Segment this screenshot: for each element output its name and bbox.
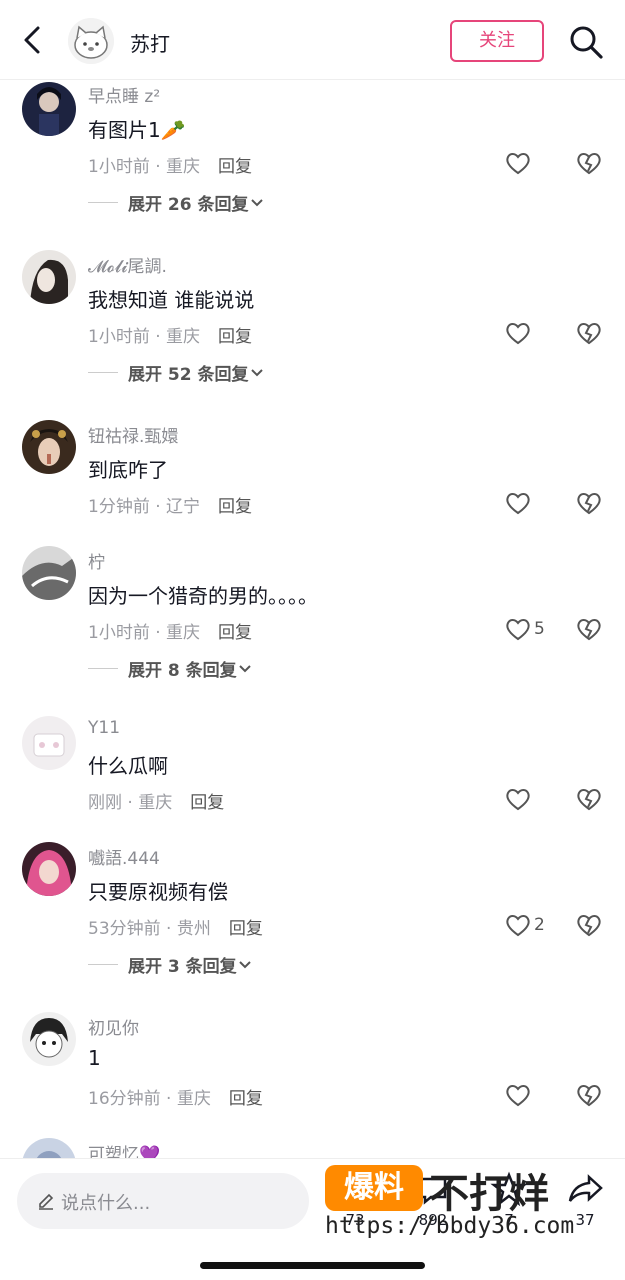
broken-heart-icon[interactable]	[575, 785, 603, 813]
chevron-down-icon	[250, 199, 263, 207]
back-arrow-icon[interactable]	[18, 22, 48, 58]
reply-button[interactable]: 回复	[218, 157, 252, 177]
heart-icon	[506, 789, 530, 811]
broken-heart-icon[interactable]	[575, 615, 603, 643]
watermark-url: https://bbdy36.com	[325, 1213, 575, 1239]
comment-meta: 1小时前 · 重庆 回复	[88, 322, 252, 347]
broken-heart-icon[interactable]	[575, 489, 603, 517]
heart-icon	[506, 915, 530, 937]
avatar[interactable]	[22, 1012, 76, 1066]
comment-username[interactable]: 初见你	[88, 1014, 139, 1039]
search-icon[interactable]	[568, 24, 604, 60]
watermark-title: 不打烊	[429, 1171, 549, 1217]
author-name: 苏打	[130, 32, 170, 56]
comment-time: 刚刚 · 重庆	[88, 793, 173, 813]
reply-button[interactable]: 回复	[229, 1089, 263, 1109]
avatar[interactable]	[22, 250, 76, 304]
comment-username[interactable]: 柠	[88, 548, 105, 573]
comment-text: 什么瓜啊	[88, 754, 168, 778]
comment-username[interactable]: 𝓜𝓸𝓵𝓲尾調.	[88, 252, 167, 277]
comment-input[interactable]: 说点什么...	[17, 1173, 309, 1229]
like-count: 5	[534, 619, 545, 639]
comment-time: 16分钟前 · 重庆	[88, 1089, 211, 1109]
comment-username[interactable]: 嚱語.444	[88, 844, 160, 869]
heart-icon	[506, 493, 530, 515]
broken-heart-icon[interactable]	[575, 911, 603, 939]
comment-input-placeholder: 说点什么...	[61, 1193, 151, 1214]
comment-meta: 1分钟前 · 辽宁 回复	[88, 492, 252, 517]
broken-heart-icon[interactable]	[575, 319, 603, 347]
comment-meta: 1小时前 · 重庆 回复	[88, 618, 252, 643]
like-button[interactable]	[504, 784, 534, 814]
reply-button[interactable]: 回复	[218, 623, 252, 643]
watermark-overlay: 爆料 不打烊 https://bbdy36.com	[325, 1159, 625, 1245]
expand-replies-button[interactable]: 展开 3 条回复	[88, 952, 253, 977]
broken-heart-icon[interactable]	[575, 149, 603, 177]
follow-button[interactable]: 关注	[450, 20, 544, 62]
comment-text: 1	[88, 1046, 101, 1070]
expand-replies-button[interactable]: 展开 8 条回复	[88, 656, 253, 681]
heart-icon	[506, 323, 530, 345]
comment-username[interactable]: 可塑忆💜	[88, 1140, 160, 1158]
comment-time: 1小时前 · 重庆	[88, 157, 201, 177]
like-button[interactable]: 5	[504, 614, 545, 644]
comment-list[interactable]: 早点睡 z² 有图片1🥕 1小时前 · 重庆 回复 展开 26 条回复 𝓜𝓸𝓵𝓲尾…	[0, 80, 625, 1158]
reply-button[interactable]: 回复	[218, 327, 252, 347]
comment-username[interactable]: 早点睡 z²	[88, 82, 160, 107]
comment-text: 因为一个猎奇的男的。。。。	[88, 584, 318, 608]
chevron-down-icon	[250, 369, 263, 377]
chevron-down-icon	[238, 961, 251, 969]
expand-replies-label: 展开 3 条回复	[128, 956, 237, 977]
like-button[interactable]	[504, 318, 534, 348]
comment-username[interactable]: 钮祜禄.甄嬛	[88, 422, 178, 447]
expand-replies-label: 展开 8 条回复	[128, 660, 237, 681]
like-button[interactable]: 2	[504, 910, 545, 940]
comment-text: 只要原视频有偿	[88, 880, 228, 904]
home-indicator[interactable]	[200, 1262, 425, 1269]
avatar[interactable]	[22, 546, 76, 600]
broken-heart-icon[interactable]	[575, 1081, 603, 1109]
watermark-badge: 爆料	[325, 1165, 423, 1211]
comment-username[interactable]: Y11	[88, 718, 120, 738]
divider-line	[88, 201, 118, 203]
avatar[interactable]	[22, 420, 76, 474]
comment-meta: 刚刚 · 重庆 回复	[88, 788, 224, 813]
top-bar: 苏打 关注	[0, 0, 625, 80]
divider-line	[88, 963, 118, 965]
avatar[interactable]	[22, 1138, 76, 1158]
reply-button[interactable]: 回复	[229, 919, 263, 939]
expand-replies-button[interactable]: 展开 52 条回复	[88, 360, 265, 385]
chevron-down-icon	[238, 665, 251, 673]
author-avatar[interactable]	[68, 18, 114, 64]
comment-text: 我想知道 谁能说说	[88, 288, 255, 312]
comment-time: 1小时前 · 重庆	[88, 327, 201, 347]
avatar[interactable]	[22, 842, 76, 896]
comment-time: 53分钟前 · 贵州	[88, 919, 211, 939]
heart-icon	[506, 153, 530, 175]
reply-button[interactable]: 回复	[190, 793, 224, 813]
expand-replies-label: 展开 26 条回复	[128, 194, 249, 215]
like-button[interactable]	[504, 1080, 534, 1110]
comment-meta: 16分钟前 · 重庆 回复	[88, 1084, 263, 1109]
like-button[interactable]	[504, 148, 534, 178]
comment-meta: 53分钟前 · 贵州 回复	[88, 914, 263, 939]
comment-meta: 1小时前 · 重庆 回复	[88, 152, 252, 177]
avatar[interactable]	[22, 82, 76, 136]
heart-icon	[506, 1085, 530, 1107]
divider-line	[88, 371, 118, 373]
heart-icon	[506, 619, 530, 641]
expand-replies-label: 展开 52 条回复	[128, 364, 249, 385]
comment-time: 1分钟前 · 辽宁	[88, 497, 201, 517]
avatar[interactable]	[22, 716, 76, 770]
like-count: 2	[534, 915, 545, 935]
expand-replies-button[interactable]: 展开 26 条回复	[88, 190, 265, 215]
like-button[interactable]	[504, 488, 534, 518]
reply-button[interactable]: 回复	[218, 497, 252, 517]
divider-line	[88, 667, 118, 669]
comment-time: 1小时前 · 重庆	[88, 623, 201, 643]
comment-text: 到底咋了	[88, 458, 168, 482]
pencil-icon	[39, 1193, 54, 1210]
comment-text: 有图片1🥕	[88, 118, 186, 142]
